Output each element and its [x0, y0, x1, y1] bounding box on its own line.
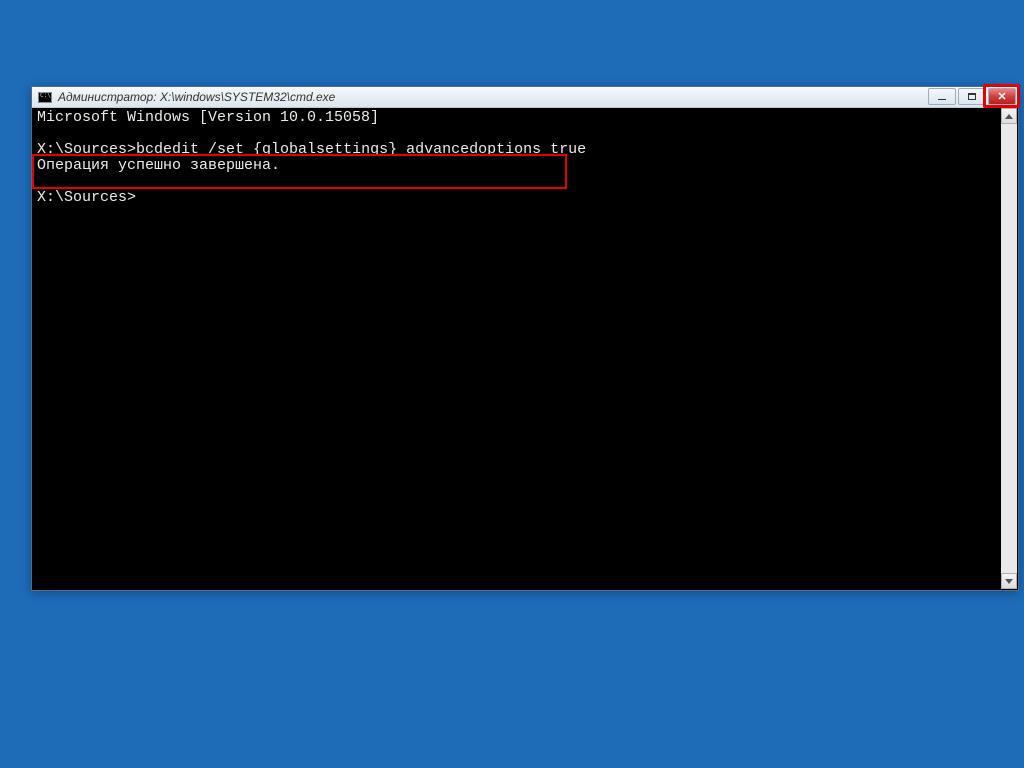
- console-output[interactable]: Microsoft Windows [Version 10.0.15058] X…: [33, 108, 1001, 589]
- titlebar[interactable]: Администратор: X:\windows\SYSTEM32\cmd.e…: [32, 87, 1018, 108]
- command-text: bcdedit /set {globalsettings} advancedop…: [136, 141, 586, 158]
- result-line: Операция успешно завершена.: [37, 157, 280, 174]
- prompt: X:\Sources>: [37, 189, 136, 206]
- window-title: Администратор: X:\windows\SYSTEM32\cmd.e…: [58, 87, 335, 108]
- window-controls: ✕: [928, 88, 1016, 105]
- close-button[interactable]: ✕: [988, 88, 1016, 105]
- scroll-down-button[interactable]: [1001, 573, 1017, 589]
- close-icon: ✕: [997, 90, 1006, 103]
- maximize-icon: [968, 93, 976, 100]
- chevron-up-icon: [1005, 114, 1013, 119]
- scroll-up-button[interactable]: [1001, 108, 1017, 124]
- chevron-down-icon: [1005, 579, 1013, 584]
- maximize-button[interactable]: [958, 88, 986, 105]
- minimize-icon: [938, 99, 946, 101]
- prompt: X:\Sources>: [37, 141, 136, 158]
- cmd-icon: [38, 92, 52, 103]
- minimize-button[interactable]: [928, 88, 956, 105]
- version-line: Microsoft Windows [Version 10.0.15058]: [37, 109, 379, 126]
- vertical-scrollbar[interactable]: [1001, 108, 1017, 589]
- cmd-window: Администратор: X:\windows\SYSTEM32\cmd.e…: [31, 86, 1019, 591]
